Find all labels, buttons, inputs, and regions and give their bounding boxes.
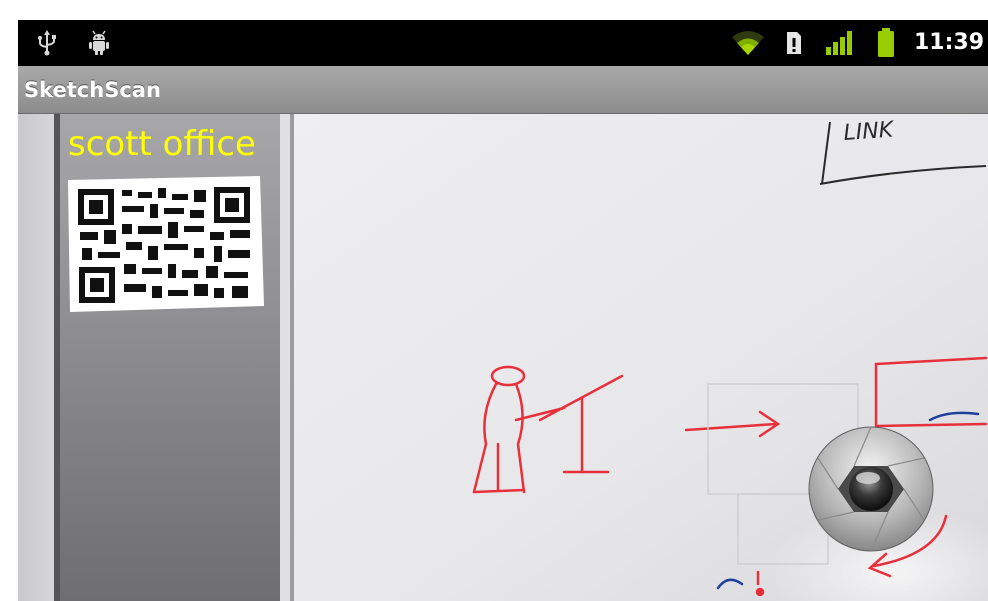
- sim-card-icon: [782, 20, 806, 66]
- wifi-icon: [728, 20, 768, 66]
- qr-label: scott office: [68, 124, 256, 164]
- status-bar: 11:39: [18, 20, 988, 66]
- usb-icon: [32, 20, 62, 66]
- app-title: SketchScan: [24, 78, 161, 102]
- camera-aperture-icon: [808, 426, 934, 552]
- android-debug-icon: [84, 20, 114, 66]
- signal-strength-icon: [824, 20, 856, 66]
- shutter-button[interactable]: [808, 426, 934, 552]
- camera-viewfinder[interactable]: LINK scott office: [18, 114, 988, 601]
- app-title-bar: SketchScan: [18, 66, 988, 114]
- device-screen: 11:39 SketchScan LINK scott office: [18, 20, 988, 601]
- battery-icon: [874, 20, 898, 66]
- whiteboard-link-text: LINK: [843, 117, 896, 146]
- qr-code: [68, 176, 264, 312]
- status-clock: 11:39: [913, 30, 984, 55]
